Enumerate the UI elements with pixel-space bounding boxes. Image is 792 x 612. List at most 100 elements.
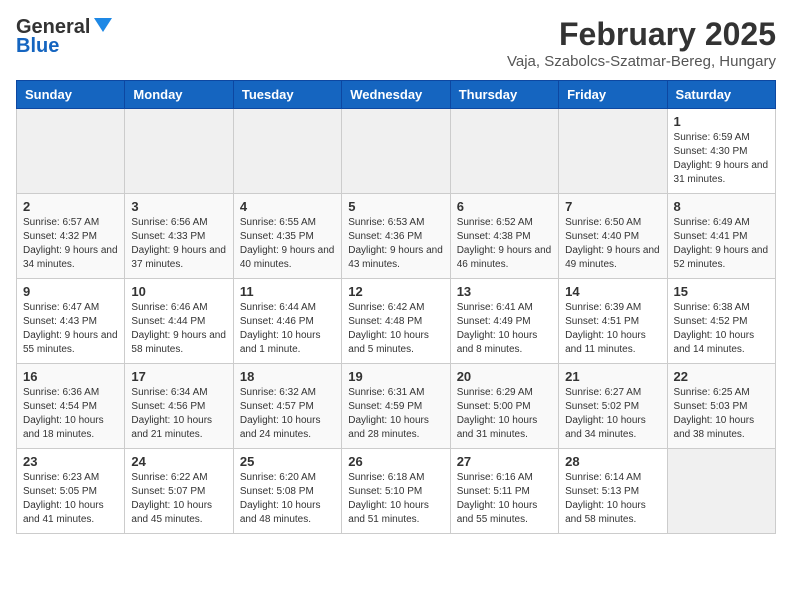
table-row: 9 Sunrise: 6:47 AM Sunset: 4:43 PM Daylig… — [17, 279, 125, 364]
table-row: 16 Sunrise: 6:36 AM Sunset: 4:54 PM Dayli… — [17, 364, 125, 449]
table-row: 8 Sunrise: 6:49 AM Sunset: 4:41 PM Daylig… — [667, 194, 775, 279]
col-friday: Friday — [559, 81, 667, 109]
day-number: 9 — [23, 284, 118, 299]
table-row: 20 Sunrise: 6:29 AM Sunset: 5:00 PM Dayli… — [450, 364, 558, 449]
day-info: Sunrise: 6:38 AM Sunset: 4:52 PM Dayligh… — [674, 301, 769, 357]
day-number: 6 — [457, 199, 552, 214]
day-info: Sunrise: 6:27 AM Sunset: 5:02 PM Dayligh… — [565, 386, 660, 442]
week-row-2: 2 Sunrise: 6:57 AM Sunset: 4:32 PM Daylig… — [17, 194, 776, 279]
col-wednesday: Wednesday — [342, 81, 450, 109]
table-row — [125, 109, 233, 194]
day-info: Sunrise: 6:42 AM Sunset: 4:48 PM Dayligh… — [348, 301, 443, 357]
day-info: Sunrise: 6:44 AM Sunset: 4:46 PM Dayligh… — [240, 301, 335, 357]
calendar: Sunday Monday Tuesday Wednesday Thursday… — [16, 80, 776, 534]
table-row: 22 Sunrise: 6:25 AM Sunset: 5:03 PM Dayli… — [667, 364, 775, 449]
day-number: 18 — [240, 369, 335, 384]
day-number: 16 — [23, 369, 118, 384]
table-row: 12Sunrise: 6:42 AM Sunset: 4:48 PM Dayli… — [342, 279, 450, 364]
week-row-3: 9 Sunrise: 6:47 AM Sunset: 4:43 PM Daylig… — [17, 279, 776, 364]
day-info: Sunrise: 6:41 AM Sunset: 4:49 PM Dayligh… — [457, 301, 552, 357]
table-row: 19 Sunrise: 6:31 AM Sunset: 4:59 PM Dayli… — [342, 364, 450, 449]
day-info: Sunrise: 6:47 AM Sunset: 4:43 PM Dayligh… — [23, 301, 118, 357]
day-number: 2 — [23, 199, 118, 214]
day-info: Sunrise: 6:57 AM Sunset: 4:32 PM Dayligh… — [23, 216, 118, 272]
day-info: Sunrise: 6:18 AM Sunset: 5:10 PM Dayligh… — [348, 471, 443, 527]
table-row: 3 Sunrise: 6:56 AM Sunset: 4:33 PM Daylig… — [125, 194, 233, 279]
day-info: Sunrise: 6:39 AM Sunset: 4:51 PM Dayligh… — [565, 301, 660, 357]
day-number: 8 — [674, 199, 769, 214]
day-number: 28 — [565, 454, 660, 469]
table-row: 24 Sunrise: 6:22 AM Sunset: 5:07 PM Dayli… — [125, 449, 233, 534]
table-row: 4Sunrise: 6:55 AM Sunset: 4:35 PM Daylig… — [233, 194, 341, 279]
table-row: 23 Sunrise: 6:23 AM Sunset: 5:05 PM Dayli… — [17, 449, 125, 534]
week-row-5: 23 Sunrise: 6:23 AM Sunset: 5:05 PM Dayli… — [17, 449, 776, 534]
day-info: Sunrise: 6:50 AM Sunset: 4:40 PM Dayligh… — [565, 216, 660, 272]
week-row-4: 16 Sunrise: 6:36 AM Sunset: 4:54 PM Dayli… — [17, 364, 776, 449]
table-row: 25 Sunrise: 6:20 AM Sunset: 5:08 PM Dayli… — [233, 449, 341, 534]
day-number: 5 — [348, 199, 443, 214]
day-info: Sunrise: 6:22 AM Sunset: 5:07 PM Dayligh… — [131, 471, 226, 527]
day-number: 24 — [131, 454, 226, 469]
table-row: 11Sunrise: 6:44 AM Sunset: 4:46 PM Dayli… — [233, 279, 341, 364]
logo-arrow-icon — [94, 16, 112, 39]
col-thursday: Thursday — [450, 81, 558, 109]
table-row — [450, 109, 558, 194]
table-row: 2 Sunrise: 6:57 AM Sunset: 4:32 PM Daylig… — [17, 194, 125, 279]
day-number: 23 — [23, 454, 118, 469]
table-row: 27Sunrise: 6:16 AM Sunset: 5:11 PM Dayli… — [450, 449, 558, 534]
day-info: Sunrise: 6:25 AM Sunset: 5:03 PM Dayligh… — [674, 386, 769, 442]
col-saturday: Saturday — [667, 81, 775, 109]
day-info: Sunrise: 6:36 AM Sunset: 4:54 PM Dayligh… — [23, 386, 118, 442]
table-row: 26 Sunrise: 6:18 AM Sunset: 5:10 PM Dayli… — [342, 449, 450, 534]
table-row — [17, 109, 125, 194]
day-info: Sunrise: 6:16 AM Sunset: 5:11 PM Dayligh… — [457, 471, 552, 527]
day-number: 19 — [348, 369, 443, 384]
col-tuesday: Tuesday — [233, 81, 341, 109]
table-row: 6Sunrise: 6:52 AM Sunset: 4:38 PM Daylig… — [450, 194, 558, 279]
logo-blue: Blue — [16, 35, 59, 58]
title-area: February 2025 Vaja, Szabolcs-Szatmar-Ber… — [507, 16, 776, 70]
day-number: 26 — [348, 454, 443, 469]
day-info: Sunrise: 6:46 AM Sunset: 4:44 PM Dayligh… — [131, 301, 226, 357]
table-row — [667, 449, 775, 534]
day-number: 4 — [240, 199, 335, 214]
day-number: 7 — [565, 199, 660, 214]
day-number: 17 — [131, 369, 226, 384]
day-number: 25 — [240, 454, 335, 469]
logo: General Blue — [16, 16, 112, 58]
table-row: 5 Sunrise: 6:53 AM Sunset: 4:36 PM Daylig… — [342, 194, 450, 279]
day-info: Sunrise: 6:31 AM Sunset: 4:59 PM Dayligh… — [348, 386, 443, 442]
header: General Blue February 2025 Vaja, Szabolc… — [16, 16, 776, 70]
day-info: Sunrise: 6:29 AM Sunset: 5:00 PM Dayligh… — [457, 386, 552, 442]
table-row — [342, 109, 450, 194]
day-number: 20 — [457, 369, 552, 384]
day-number: 3 — [131, 199, 226, 214]
day-number: 22 — [674, 369, 769, 384]
table-row: 21 Sunrise: 6:27 AM Sunset: 5:02 PM Dayli… — [559, 364, 667, 449]
table-row — [233, 109, 341, 194]
table-row: 1Sunrise: 6:59 AM Sunset: 4:30 PM Daylig… — [667, 109, 775, 194]
day-info: Sunrise: 6:49 AM Sunset: 4:41 PM Dayligh… — [674, 216, 769, 272]
col-sunday: Sunday — [17, 81, 125, 109]
day-info: Sunrise: 6:53 AM Sunset: 4:36 PM Dayligh… — [348, 216, 443, 272]
page-title: February 2025 — [507, 16, 776, 53]
day-info: Sunrise: 6:34 AM Sunset: 4:56 PM Dayligh… — [131, 386, 226, 442]
table-row: 7 Sunrise: 6:50 AM Sunset: 4:40 PM Daylig… — [559, 194, 667, 279]
day-number: 14 — [565, 284, 660, 299]
calendar-header-row: Sunday Monday Tuesday Wednesday Thursday… — [17, 81, 776, 109]
day-number: 21 — [565, 369, 660, 384]
week-row-1: 1Sunrise: 6:59 AM Sunset: 4:30 PM Daylig… — [17, 109, 776, 194]
day-number: 13 — [457, 284, 552, 299]
day-number: 15 — [674, 284, 769, 299]
table-row: 15 Sunrise: 6:38 AM Sunset: 4:52 PM Dayli… — [667, 279, 775, 364]
table-row: 14 Sunrise: 6:39 AM Sunset: 4:51 PM Dayli… — [559, 279, 667, 364]
day-number: 10 — [131, 284, 226, 299]
day-info: Sunrise: 6:14 AM Sunset: 5:13 PM Dayligh… — [565, 471, 660, 527]
day-info: Sunrise: 6:20 AM Sunset: 5:08 PM Dayligh… — [240, 471, 335, 527]
table-row: 13 Sunrise: 6:41 AM Sunset: 4:49 PM Dayli… — [450, 279, 558, 364]
day-info: Sunrise: 6:23 AM Sunset: 5:05 PM Dayligh… — [23, 471, 118, 527]
table-row: 28 Sunrise: 6:14 AM Sunset: 5:13 PM Dayli… — [559, 449, 667, 534]
day-info: Sunrise: 6:56 AM Sunset: 4:33 PM Dayligh… — [131, 216, 226, 272]
table-row: 17 Sunrise: 6:34 AM Sunset: 4:56 PM Dayli… — [125, 364, 233, 449]
day-info: Sunrise: 6:32 AM Sunset: 4:57 PM Dayligh… — [240, 386, 335, 442]
